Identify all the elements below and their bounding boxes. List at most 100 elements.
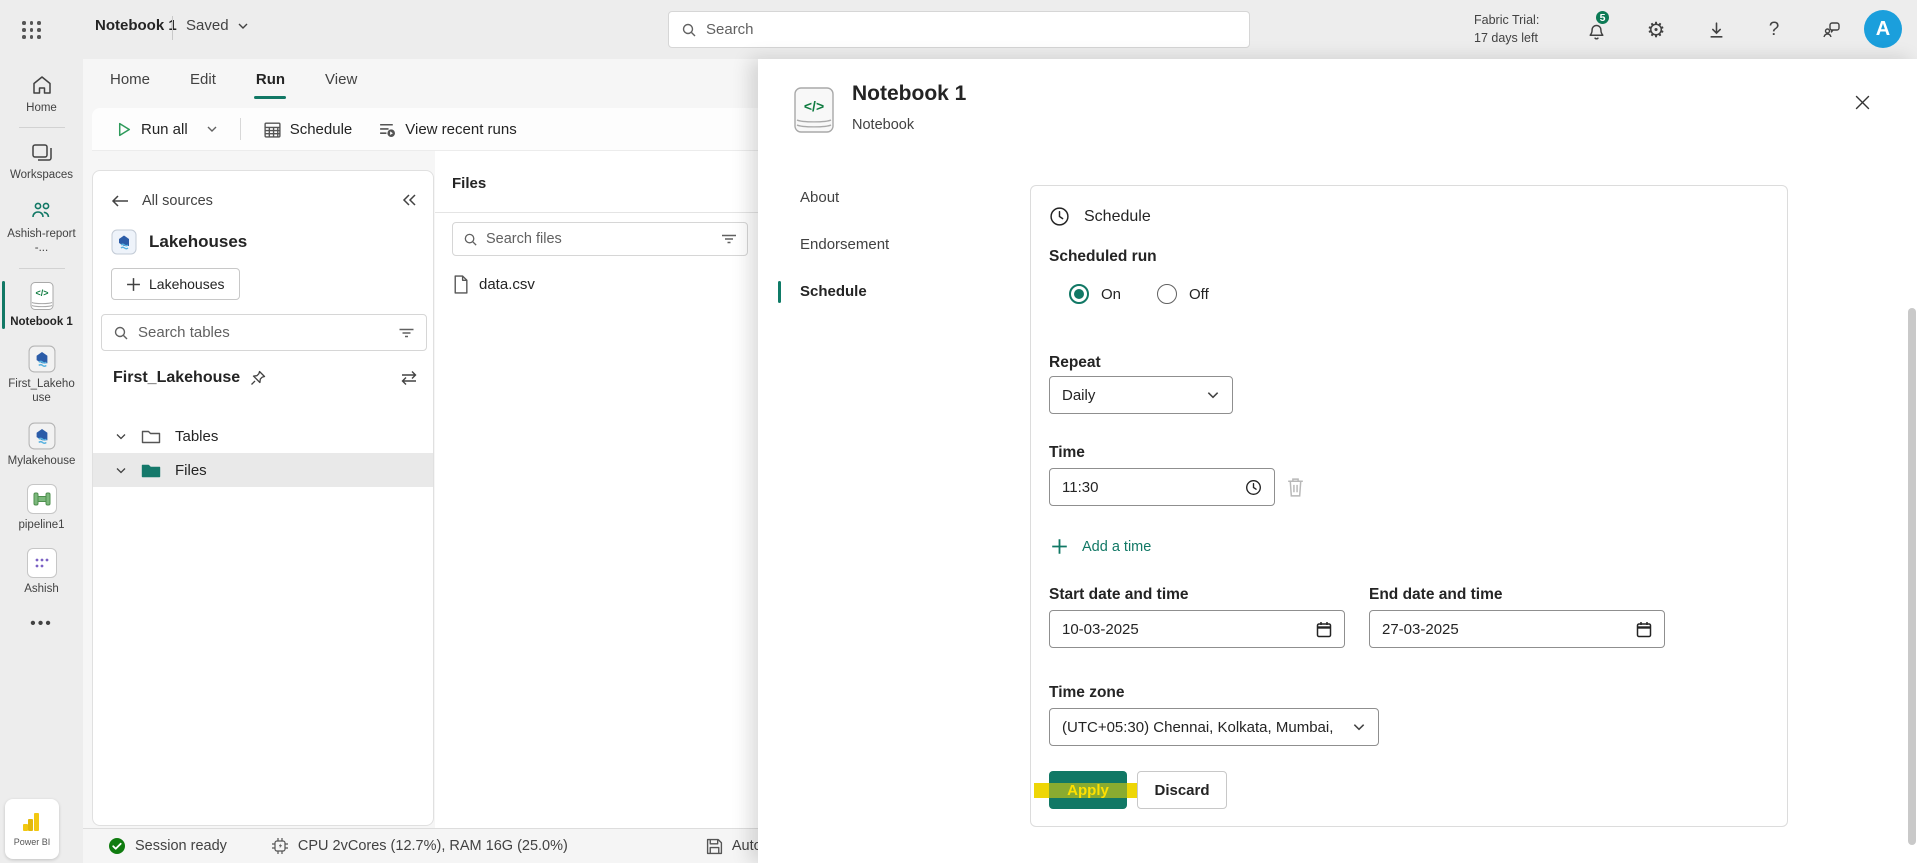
feedback-button[interactable] bbox=[1816, 14, 1848, 46]
scheduled-run-label: Scheduled run bbox=[1049, 248, 1157, 266]
nav-item-schedule[interactable]: Schedule bbox=[800, 281, 889, 302]
modal-scrollbar[interactable] bbox=[1908, 308, 1916, 845]
svg-text:</>: </> bbox=[35, 288, 48, 298]
title-divider bbox=[172, 16, 173, 40]
tab-run[interactable]: Run bbox=[256, 67, 285, 92]
pin-icon[interactable] bbox=[250, 370, 266, 386]
add-lakehouses-button[interactable]: Lakehouses bbox=[111, 268, 240, 300]
nav-label: Home bbox=[6, 101, 78, 115]
nav-pipeline1[interactable]: pipeline1 bbox=[0, 476, 83, 540]
notification-badge: 5 bbox=[1594, 9, 1611, 26]
nav-workspace-ashish[interactable]: Ashish bbox=[0, 540, 83, 604]
apply-button[interactable]: Apply bbox=[1049, 771, 1127, 809]
run-all-button[interactable]: Run all bbox=[108, 115, 226, 144]
chevron-down-icon[interactable] bbox=[115, 464, 127, 476]
tree-item-files[interactable]: Files bbox=[93, 453, 433, 487]
all-sources-back[interactable]: All sources bbox=[111, 193, 213, 209]
view-recent-runs-button[interactable]: View recent runs bbox=[370, 114, 524, 145]
save-status-label: Saved bbox=[186, 17, 229, 34]
time-input[interactable]: 11:30 bbox=[1049, 468, 1275, 506]
calendar-icon[interactable] bbox=[1636, 621, 1652, 638]
start-date-input[interactable]: 10-03-2025 bbox=[1049, 610, 1345, 648]
download-icon bbox=[1707, 21, 1726, 40]
more-items-icon[interactable]: ••• bbox=[0, 605, 83, 643]
files-panel-title: Files bbox=[452, 175, 486, 192]
swap-source-icon[interactable] bbox=[399, 369, 419, 387]
save-status[interactable]: Saved bbox=[186, 17, 249, 34]
lakehouse-name-row[interactable]: First_Lakehouse bbox=[113, 369, 266, 387]
product-switcher[interactable]: Power BI bbox=[5, 799, 59, 859]
notifications-button[interactable]: 5 bbox=[1580, 14, 1612, 46]
start-date-value: 10-03-2025 bbox=[1062, 621, 1139, 638]
timezone-dropdown[interactable]: (UTC+05:30) Chennai, Kolkata, Mumbai, Ne bbox=[1049, 708, 1379, 746]
schedule-button[interactable]: Schedule bbox=[255, 114, 361, 145]
radio-on-control[interactable] bbox=[1069, 284, 1089, 304]
lakehouse-icon bbox=[111, 229, 137, 255]
play-icon bbox=[116, 121, 133, 138]
collapse-panel-icon[interactable] bbox=[401, 193, 417, 207]
app-launcher-icon[interactable] bbox=[22, 21, 42, 39]
radio-off-label: Off bbox=[1189, 286, 1209, 303]
feedback-icon bbox=[1822, 20, 1842, 40]
scheduled-run-radios: On Off bbox=[1069, 284, 1209, 304]
settings-button[interactable]: ⚙ bbox=[1640, 14, 1672, 46]
nav-workspace-ashish-report[interactable]: Ashish-report-... bbox=[0, 191, 83, 264]
tab-edit[interactable]: Edit bbox=[190, 67, 216, 92]
radio-on[interactable]: On bbox=[1069, 284, 1121, 304]
account-avatar[interactable]: A bbox=[1864, 10, 1902, 48]
nav-first-lakehouse[interactable]: First_Lakehouse bbox=[0, 337, 83, 414]
close-button[interactable] bbox=[1847, 87, 1877, 117]
session-ready-icon bbox=[108, 837, 126, 855]
delete-time-icon[interactable] bbox=[1285, 476, 1306, 498]
discard-button[interactable]: Discard bbox=[1137, 771, 1227, 809]
resource-status-text: CPU 2vCores (12.7%), RAM 16G (25.0%) bbox=[298, 838, 568, 854]
files-search-input[interactable] bbox=[486, 231, 713, 247]
file-row-data-csv[interactable]: data.csv bbox=[452, 275, 535, 294]
time-label: Time bbox=[1049, 444, 1085, 462]
chevron-down-icon[interactable] bbox=[115, 430, 127, 442]
tree-item-tables[interactable]: Tables bbox=[93, 419, 433, 453]
lakehouses-title: Lakehouses bbox=[149, 232, 247, 252]
calendar-icon[interactable] bbox=[1316, 621, 1332, 638]
svg-text:</>: </> bbox=[804, 98, 824, 114]
nav-mylakehouse[interactable]: Mylakehouse bbox=[0, 414, 83, 476]
chevron-down-icon[interactable] bbox=[206, 123, 218, 135]
session-status-text: Session ready bbox=[135, 838, 227, 854]
end-date-input[interactable]: 27-03-2025 bbox=[1369, 610, 1665, 648]
filter-icon[interactable] bbox=[721, 232, 737, 246]
filter-icon[interactable] bbox=[398, 326, 415, 340]
nav-item-about[interactable]: About bbox=[800, 187, 889, 208]
add-time-link[interactable]: Add a time bbox=[1051, 538, 1151, 555]
global-search-input[interactable] bbox=[706, 21, 1237, 38]
modal-title: Notebook 1 bbox=[852, 82, 966, 106]
nav-item-endorsement[interactable]: Endorsement bbox=[800, 234, 889, 255]
help-button[interactable]: ? bbox=[1758, 14, 1790, 46]
window-title: Notebook 1 bbox=[95, 17, 177, 34]
timezone-label: Time zone bbox=[1049, 684, 1125, 702]
modal-nav: About Endorsement Schedule bbox=[800, 187, 889, 302]
files-search-box bbox=[452, 222, 748, 256]
tab-view[interactable]: View bbox=[325, 67, 357, 92]
nav-home[interactable]: Home bbox=[0, 59, 83, 123]
nav-notebook-1[interactable]: </> Notebook 1 bbox=[0, 273, 83, 337]
trial-line2: 17 days left bbox=[1474, 29, 1539, 47]
workspace-dots-icon bbox=[27, 548, 57, 578]
tab-home[interactable]: Home bbox=[110, 67, 150, 92]
tables-search-input[interactable] bbox=[138, 324, 389, 341]
tree-item-label: Files bbox=[175, 462, 207, 479]
nav-workspaces[interactable]: Workspaces bbox=[0, 132, 83, 190]
top-bar: Notebook 1 Saved Fabric Trial: 17 days l… bbox=[0, 0, 1917, 59]
resource-status: CPU 2vCores (12.7%), RAM 16G (25.0%) bbox=[271, 837, 568, 855]
downloads-button[interactable] bbox=[1700, 14, 1732, 46]
rail-divider bbox=[19, 268, 65, 269]
nav-label: Ashish-report-... bbox=[6, 227, 78, 256]
radio-off[interactable]: Off bbox=[1157, 284, 1209, 304]
run-all-label: Run all bbox=[141, 121, 188, 138]
file-name: data.csv bbox=[479, 276, 535, 293]
add-lakehouses-label: Lakehouses bbox=[149, 276, 225, 292]
repeat-dropdown[interactable]: Daily bbox=[1049, 376, 1233, 414]
chevron-down-icon bbox=[1352, 720, 1366, 734]
close-icon bbox=[1854, 94, 1871, 111]
radio-off-control[interactable] bbox=[1157, 284, 1177, 304]
clock-icon[interactable] bbox=[1245, 479, 1262, 496]
